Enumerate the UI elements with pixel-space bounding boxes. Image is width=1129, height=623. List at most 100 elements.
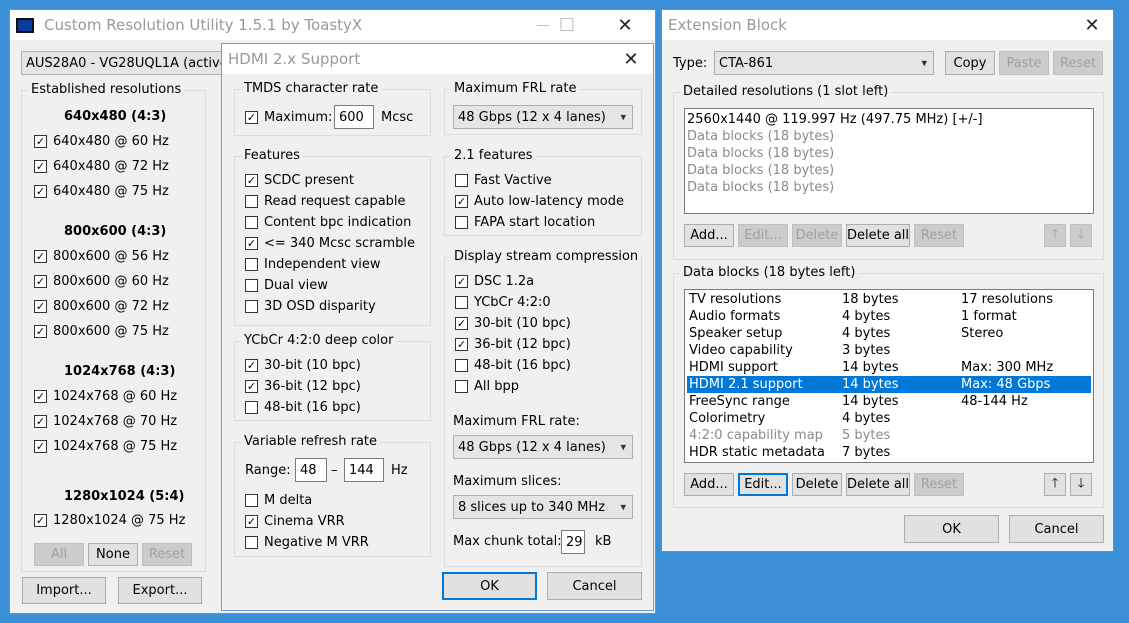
frl-select[interactable]: 48 Gbps (12 x 4 lanes) ▾	[453, 105, 633, 129]
table-row[interactable]: HDR static metadata 7 bytes	[687, 444, 1091, 461]
ycbcr-group: YCbCr 4:2:0 deep color ✓ 30-bit (10 bpc) ✓ 3…	[234, 333, 431, 421]
option-checkbox[interactable]: Independent view	[245, 257, 380, 272]
res-checkbox[interactable]: ✓ 640x480 @ 72 Hz	[34, 159, 169, 174]
table-row[interactable]: 4:2:0 capability map 5 bytes	[687, 427, 1091, 444]
option-checkbox[interactable]: Content bpc indication	[245, 215, 411, 230]
frl2-select[interactable]: 48 Gbps (12 x 4 lanes) ▾	[453, 435, 633, 459]
close-icon[interactable]: ✕	[1069, 10, 1115, 40]
option-checkbox[interactable]: 3D OSD disparity	[245, 299, 376, 314]
db-edit-button[interactable]: Edit...	[738, 473, 788, 496]
copy-button[interactable]: Copy	[945, 51, 995, 75]
app-icon	[16, 17, 34, 33]
option-checkbox[interactable]: ✓ 30-bit (10 bpc)	[455, 316, 571, 331]
chunk-input[interactable]: 29	[561, 530, 585, 554]
ext-cancel-button[interactable]: Cancel	[1009, 515, 1104, 543]
db-delete-button[interactable]: Delete	[792, 473, 842, 496]
option-checkbox[interactable]: YCbCr 4:2:0	[455, 295, 551, 310]
res-checkbox[interactable]: ✓ 640x480 @ 75 Hz	[34, 184, 169, 199]
tmds-max-input[interactable]: 600	[334, 105, 374, 129]
detailed-up-button[interactable]: 🡑	[1044, 224, 1066, 247]
res-checkbox[interactable]: ✓ 1280x1024 @ 75 Hz	[34, 513, 185, 528]
db-add-button[interactable]: Add...	[684, 473, 734, 496]
ext-titlebar[interactable]: Extension Block ✕	[662, 10, 1113, 40]
option-checkbox[interactable]: ✓ 36-bit (12 bpc)	[245, 379, 361, 394]
res-group-title: 640x480 (4:3)	[64, 109, 167, 124]
list-item[interactable]: Data blocks (18 bytes)	[687, 145, 1091, 162]
option-checkbox[interactable]: ✓ Auto low-latency mode	[455, 194, 624, 209]
table-row[interactable]: Video capability 3 bytes	[687, 342, 1091, 359]
res-checkbox[interactable]: ✓ 800x600 @ 60 Hz	[34, 274, 169, 289]
db-reset-button[interactable]: Reset	[914, 473, 964, 496]
cell-size: 14 bytes	[842, 377, 899, 392]
option-checkbox[interactable]: All bpp	[455, 379, 519, 394]
list-item[interactable]: 2560x1440 @ 119.997 Hz (497.75 MHz) [+/-…	[687, 111, 1091, 128]
maximum-checkbox[interactable]: ✓ Maximum:	[245, 110, 332, 125]
paste-button[interactable]: Paste	[999, 51, 1049, 75]
table-row[interactable]: FreeSync range 14 bytes 48-144 Hz	[687, 393, 1091, 410]
vrr-group: Variable refresh rate Range: 48 – 144 Hz…	[234, 434, 431, 557]
option-checkbox[interactable]: ✓ 30-bit (10 bpc)	[245, 358, 361, 373]
list-item[interactable]: Data blocks (18 bytes)	[687, 128, 1091, 145]
slices-select[interactable]: 8 slices up to 340 MHz ▾	[453, 495, 633, 519]
option-checkbox[interactable]: ✓ SCDC present	[245, 173, 354, 188]
hdmi-cancel-button[interactable]: Cancel	[547, 572, 642, 600]
reset-button[interactable]: Reset	[1053, 51, 1103, 75]
table-row[interactable]: Audio formats 4 bytes 1 format	[687, 308, 1091, 325]
option-checkbox[interactable]: M delta	[245, 493, 312, 508]
detailed-down-button[interactable]: 🡓	[1070, 224, 1092, 247]
check-icon: ✓	[245, 515, 258, 528]
res-checkbox[interactable]: ✓ 1024x768 @ 75 Hz	[34, 439, 177, 454]
maximize-icon[interactable]: ☐	[544, 10, 590, 40]
option-checkbox[interactable]: ✓ 36-bit (12 bpc)	[455, 337, 571, 352]
detailed-list[interactable]: 2560x1440 @ 119.997 Hz (497.75 MHz) [+/-…	[684, 108, 1094, 214]
detailed-edit-button[interactable]: Edit...	[738, 224, 788, 247]
check-icon: ✓	[245, 359, 258, 372]
option-checkbox[interactable]: Dual view	[245, 278, 328, 293]
monitor-select[interactable]: AUS28A0 - VG28UQL1A (active)	[21, 51, 251, 75]
option-checkbox[interactable]: Read request capable	[245, 194, 406, 209]
option-checkbox[interactable]: Negative M VRR	[245, 535, 369, 550]
option-checkbox[interactable]: Fast Vactive	[455, 173, 552, 188]
list-item[interactable]: Data blocks (18 bytes)	[687, 162, 1091, 179]
table-row[interactable]: Colorimetry 4 bytes	[687, 410, 1091, 427]
res-checkbox[interactable]: ✓ 1024x768 @ 60 Hz	[34, 389, 177, 404]
res-checkbox[interactable]: ✓ 800x600 @ 56 Hz	[34, 249, 169, 264]
db-down-button[interactable]: 🡓	[1070, 473, 1092, 496]
res-checkbox[interactable]: ✓ 1024x768 @ 70 Hz	[34, 414, 177, 429]
option-checkbox[interactable]: FAPA start location	[455, 215, 595, 230]
close-icon[interactable]: ✕	[608, 44, 654, 74]
table-row[interactable]: TV resolutions 18 bytes 17 resolutions	[687, 291, 1091, 308]
list-item[interactable]: Data blocks (18 bytes)	[687, 179, 1091, 196]
detailed-delete-all-button[interactable]: Delete all	[846, 224, 910, 247]
detailed-delete-button[interactable]: Delete	[792, 224, 842, 247]
db-up-button[interactable]: 🡑	[1044, 473, 1066, 496]
option-checkbox[interactable]: 48-bit (16 bpc)	[245, 400, 361, 415]
table-row[interactable]: HDMI support 14 bytes Max: 300 MHz	[687, 359, 1091, 376]
res-checkbox[interactable]: ✓ 800x600 @ 75 Hz	[34, 324, 169, 339]
cru-titlebar[interactable]: Custom Resolution Utility 1.5.1 by Toast…	[10, 10, 655, 40]
datablocks-list[interactable]: TV resolutions 18 bytes 17 resolutions Audi…	[684, 289, 1094, 463]
option-checkbox[interactable]: ✓ <= 340 Mcsc scramble	[245, 236, 415, 251]
close-icon[interactable]: ✕	[602, 10, 648, 40]
hdmi-ok-button[interactable]: OK	[442, 572, 537, 600]
all-button[interactable]: All	[34, 543, 84, 566]
range-min-input[interactable]: 48	[295, 458, 327, 482]
option-checkbox[interactable]: ✓ DSC 1.2a	[455, 274, 534, 289]
export-button[interactable]: Export...	[118, 577, 202, 604]
hdmi-titlebar[interactable]: HDMI 2.x Support ✕	[222, 44, 653, 74]
range-max-input[interactable]: 144	[344, 458, 384, 482]
ext-ok-button[interactable]: OK	[904, 515, 999, 543]
res-checkbox[interactable]: ✓ 640x480 @ 60 Hz	[34, 134, 169, 149]
detailed-add-button[interactable]: Add...	[684, 224, 734, 247]
type-select[interactable]: CTA-861 ▾	[714, 51, 934, 75]
reset-button[interactable]: Reset	[142, 543, 192, 566]
table-row[interactable]: HDMI 2.1 support 14 bytes Max: 48 Gbps	[687, 376, 1091, 393]
option-checkbox[interactable]: 48-bit (16 bpc)	[455, 358, 571, 373]
option-checkbox[interactable]: ✓ Cinema VRR	[245, 514, 345, 529]
import-button[interactable]: Import...	[22, 577, 106, 604]
res-checkbox[interactable]: ✓ 800x600 @ 72 Hz	[34, 299, 169, 314]
table-row[interactable]: Speaker setup 4 bytes Stereo	[687, 325, 1091, 342]
detailed-reset-button[interactable]: Reset	[914, 224, 964, 247]
db-delete-all-button[interactable]: Delete all	[846, 473, 910, 496]
none-button[interactable]: None	[88, 543, 138, 566]
